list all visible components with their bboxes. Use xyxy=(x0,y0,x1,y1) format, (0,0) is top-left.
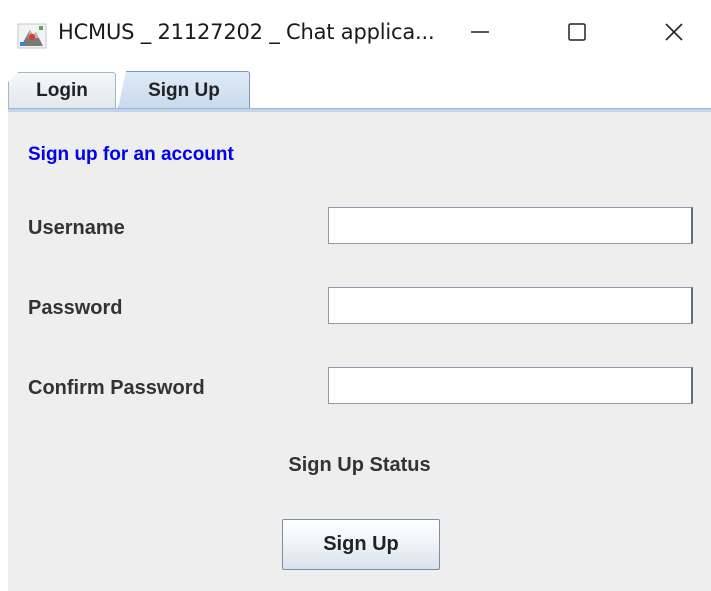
tab-label: Login xyxy=(36,79,88,101)
window-title: HCMUS _ 21127202 _ Chat applica... xyxy=(58,20,435,44)
password-label: Password xyxy=(28,297,123,319)
close-button[interactable] xyxy=(650,14,698,54)
minimize-button[interactable] xyxy=(456,14,504,54)
app-window: HCMUS _ 21127202 _ Chat applica... Login… xyxy=(0,0,711,591)
username-input[interactable] xyxy=(328,207,693,244)
sign-up-button[interactable]: Sign Up xyxy=(282,519,440,570)
confirm-password-input[interactable] xyxy=(328,367,693,404)
close-icon xyxy=(663,21,685,48)
tab-sign-up[interactable]: Sign Up xyxy=(118,71,250,109)
tab-label: Sign Up xyxy=(148,79,220,101)
java-duke-icon xyxy=(17,22,47,50)
confirm-password-label: Confirm Password xyxy=(28,377,205,399)
tab-strip: Login Sign Up xyxy=(8,68,711,113)
tab-login[interactable]: Login xyxy=(8,72,116,108)
title-bar[interactable]: HCMUS _ 21127202 _ Chat applica... xyxy=(0,0,711,68)
maximize-button[interactable] xyxy=(553,14,601,54)
sign-up-status: Sign Up Status xyxy=(288,454,431,476)
password-input[interactable] xyxy=(328,287,693,324)
form-heading: Sign up for an account xyxy=(28,144,234,165)
sign-up-panel: Sign up for an account Username Password… xyxy=(8,112,711,591)
maximize-icon xyxy=(566,21,588,48)
minimize-icon xyxy=(469,21,491,48)
username-label: Username xyxy=(28,217,125,239)
